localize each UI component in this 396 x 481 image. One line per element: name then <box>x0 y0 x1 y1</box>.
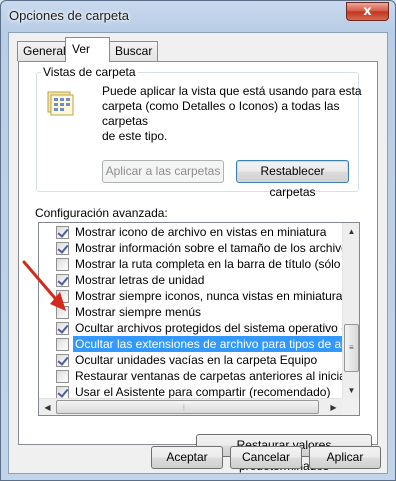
horizontal-scrollbar[interactable]: ◀ ⦙ ▶ <box>39 398 342 415</box>
tab-buscar[interactable]: Buscar <box>109 41 159 61</box>
list-item-label: Mostrar la ruta completa en la barra de … <box>75 257 342 271</box>
close-button[interactable]: x <box>346 2 389 21</box>
advanced-settings-label: Configuración avanzada: <box>35 206 168 220</box>
title-bar[interactable]: Opciones de carpeta x <box>1 1 395 31</box>
list-item-label: Mostrar siempre menús <box>75 305 202 319</box>
list-item-label: Restaurar ventanas de carpetas anteriore… <box>75 369 342 383</box>
checkbox[interactable] <box>56 242 69 255</box>
description-line: carpeta (como Detalles o Iconos) a todas… <box>102 99 340 128</box>
apply-button[interactable]: Aplicar <box>309 446 381 469</box>
scroll-right-icon[interactable]: ▶ <box>325 399 342 415</box>
checkbox[interactable] <box>56 258 69 271</box>
tab-ver[interactable]: Ver <box>65 37 110 62</box>
apply-to-folders-button[interactable]: Aplicar a las carpetas <box>102 160 224 183</box>
list-item-label: Usar el Asistente para compartir (recome… <box>75 385 331 399</box>
folder-view-icon <box>47 91 74 116</box>
description-line: de este tipo. <box>102 129 168 143</box>
close-icon: x <box>363 4 372 19</box>
dialog-client-area: General Ver Buscar Vistas de carpeta Pue… <box>8 32 388 474</box>
folder-views-legend: Vistas de carpeta <box>41 65 138 79</box>
scroll-down-icon[interactable]: ▼ <box>343 382 359 399</box>
tab-label: Buscar <box>115 44 153 58</box>
vertical-scroll-thumb[interactable]: ≡ <box>344 324 359 372</box>
folder-views-description: Puede aplicar la vista que está usando p… <box>102 84 377 144</box>
list-item[interactable]: Mostrar siempre menús <box>39 304 342 320</box>
checkbox[interactable] <box>56 338 69 351</box>
list-item[interactable]: Mostrar letras de unidad <box>39 272 342 288</box>
checkbox[interactable] <box>56 290 69 303</box>
grip-icon: ⦙ <box>183 403 185 412</box>
list-item-label: Mostrar icono de archivo en vistas en mi… <box>75 225 327 239</box>
list-item[interactable]: Mostrar la ruta completa en la barra de … <box>39 256 342 272</box>
scroll-up-icon[interactable]: ▲ <box>343 223 359 240</box>
grip-icon: ≡ <box>349 343 354 352</box>
checkbox[interactable] <box>56 274 69 287</box>
list-item-label: Ocultar archivos protegidos del sistema … <box>75 321 342 335</box>
list-item-label: Mostrar letras de unidad <box>75 273 205 287</box>
scroll-left-icon[interactable]: ◀ <box>39 399 56 415</box>
tab-panel-ver: Vistas de carpeta Puede aplicar la vista… <box>18 61 378 473</box>
tab-general[interactable]: General <box>17 41 72 61</box>
advanced-settings-list[interactable]: Mostrar icono de archivo en vistas en mi… <box>38 222 360 416</box>
list-item[interactable]: Restaurar ventanas de carpetas anteriore… <box>39 368 342 384</box>
list-item-label: Ocultar unidades vacías en la carpeta Eq… <box>75 353 318 367</box>
scrollbar-corner <box>342 398 359 415</box>
checkbox[interactable] <box>56 354 69 367</box>
list-item-selected[interactable]: Ocultar las extensiones de archivo para … <box>39 336 342 352</box>
folder-options-dialog: Opciones de carpeta x General Ver Buscar… <box>0 0 396 481</box>
list-item[interactable]: Mostrar icono de archivo en vistas en mi… <box>39 224 342 240</box>
description-line: Puede aplicar la vista que está usando p… <box>102 84 362 98</box>
vertical-scrollbar[interactable]: ▲ ≡ ▼ <box>342 223 359 399</box>
horizontal-scroll-thumb[interactable]: ⦙ <box>56 400 319 414</box>
checkbox[interactable] <box>56 322 69 335</box>
checkbox[interactable] <box>56 226 69 239</box>
list-item[interactable]: Mostrar información sobre el tamaño de l… <box>39 240 342 256</box>
list-item[interactable]: Ocultar archivos protegidos del sistema … <box>39 320 342 336</box>
list-item[interactable]: Mostrar siempre iconos, nunca vistas en … <box>39 288 342 304</box>
window-title: Opciones de carpeta <box>9 8 129 23</box>
tab-label: General <box>23 44 66 58</box>
checkbox[interactable] <box>56 306 69 319</box>
list-item-label: Ocultar las extensiones de archivo para … <box>73 336 342 352</box>
list-item-label: Mostrar siempre iconos, nunca vistas en … <box>75 289 342 303</box>
cancel-button[interactable]: Cancelar <box>230 446 302 469</box>
list-item[interactable]: Ocultar unidades vacías en la carpeta Eq… <box>39 352 342 368</box>
ok-button[interactable]: Aceptar <box>151 446 223 469</box>
tab-label: Ver <box>72 42 91 56</box>
reset-folders-button[interactable]: Restablecer carpetas <box>236 160 349 199</box>
advanced-settings-rows: Mostrar icono de archivo en vistas en mi… <box>39 223 342 399</box>
checkbox[interactable] <box>56 370 69 383</box>
list-item-label: Mostrar información sobre el tamaño de l… <box>75 241 342 255</box>
list-item[interactable]: Usar el Asistente para compartir (recome… <box>39 384 342 399</box>
